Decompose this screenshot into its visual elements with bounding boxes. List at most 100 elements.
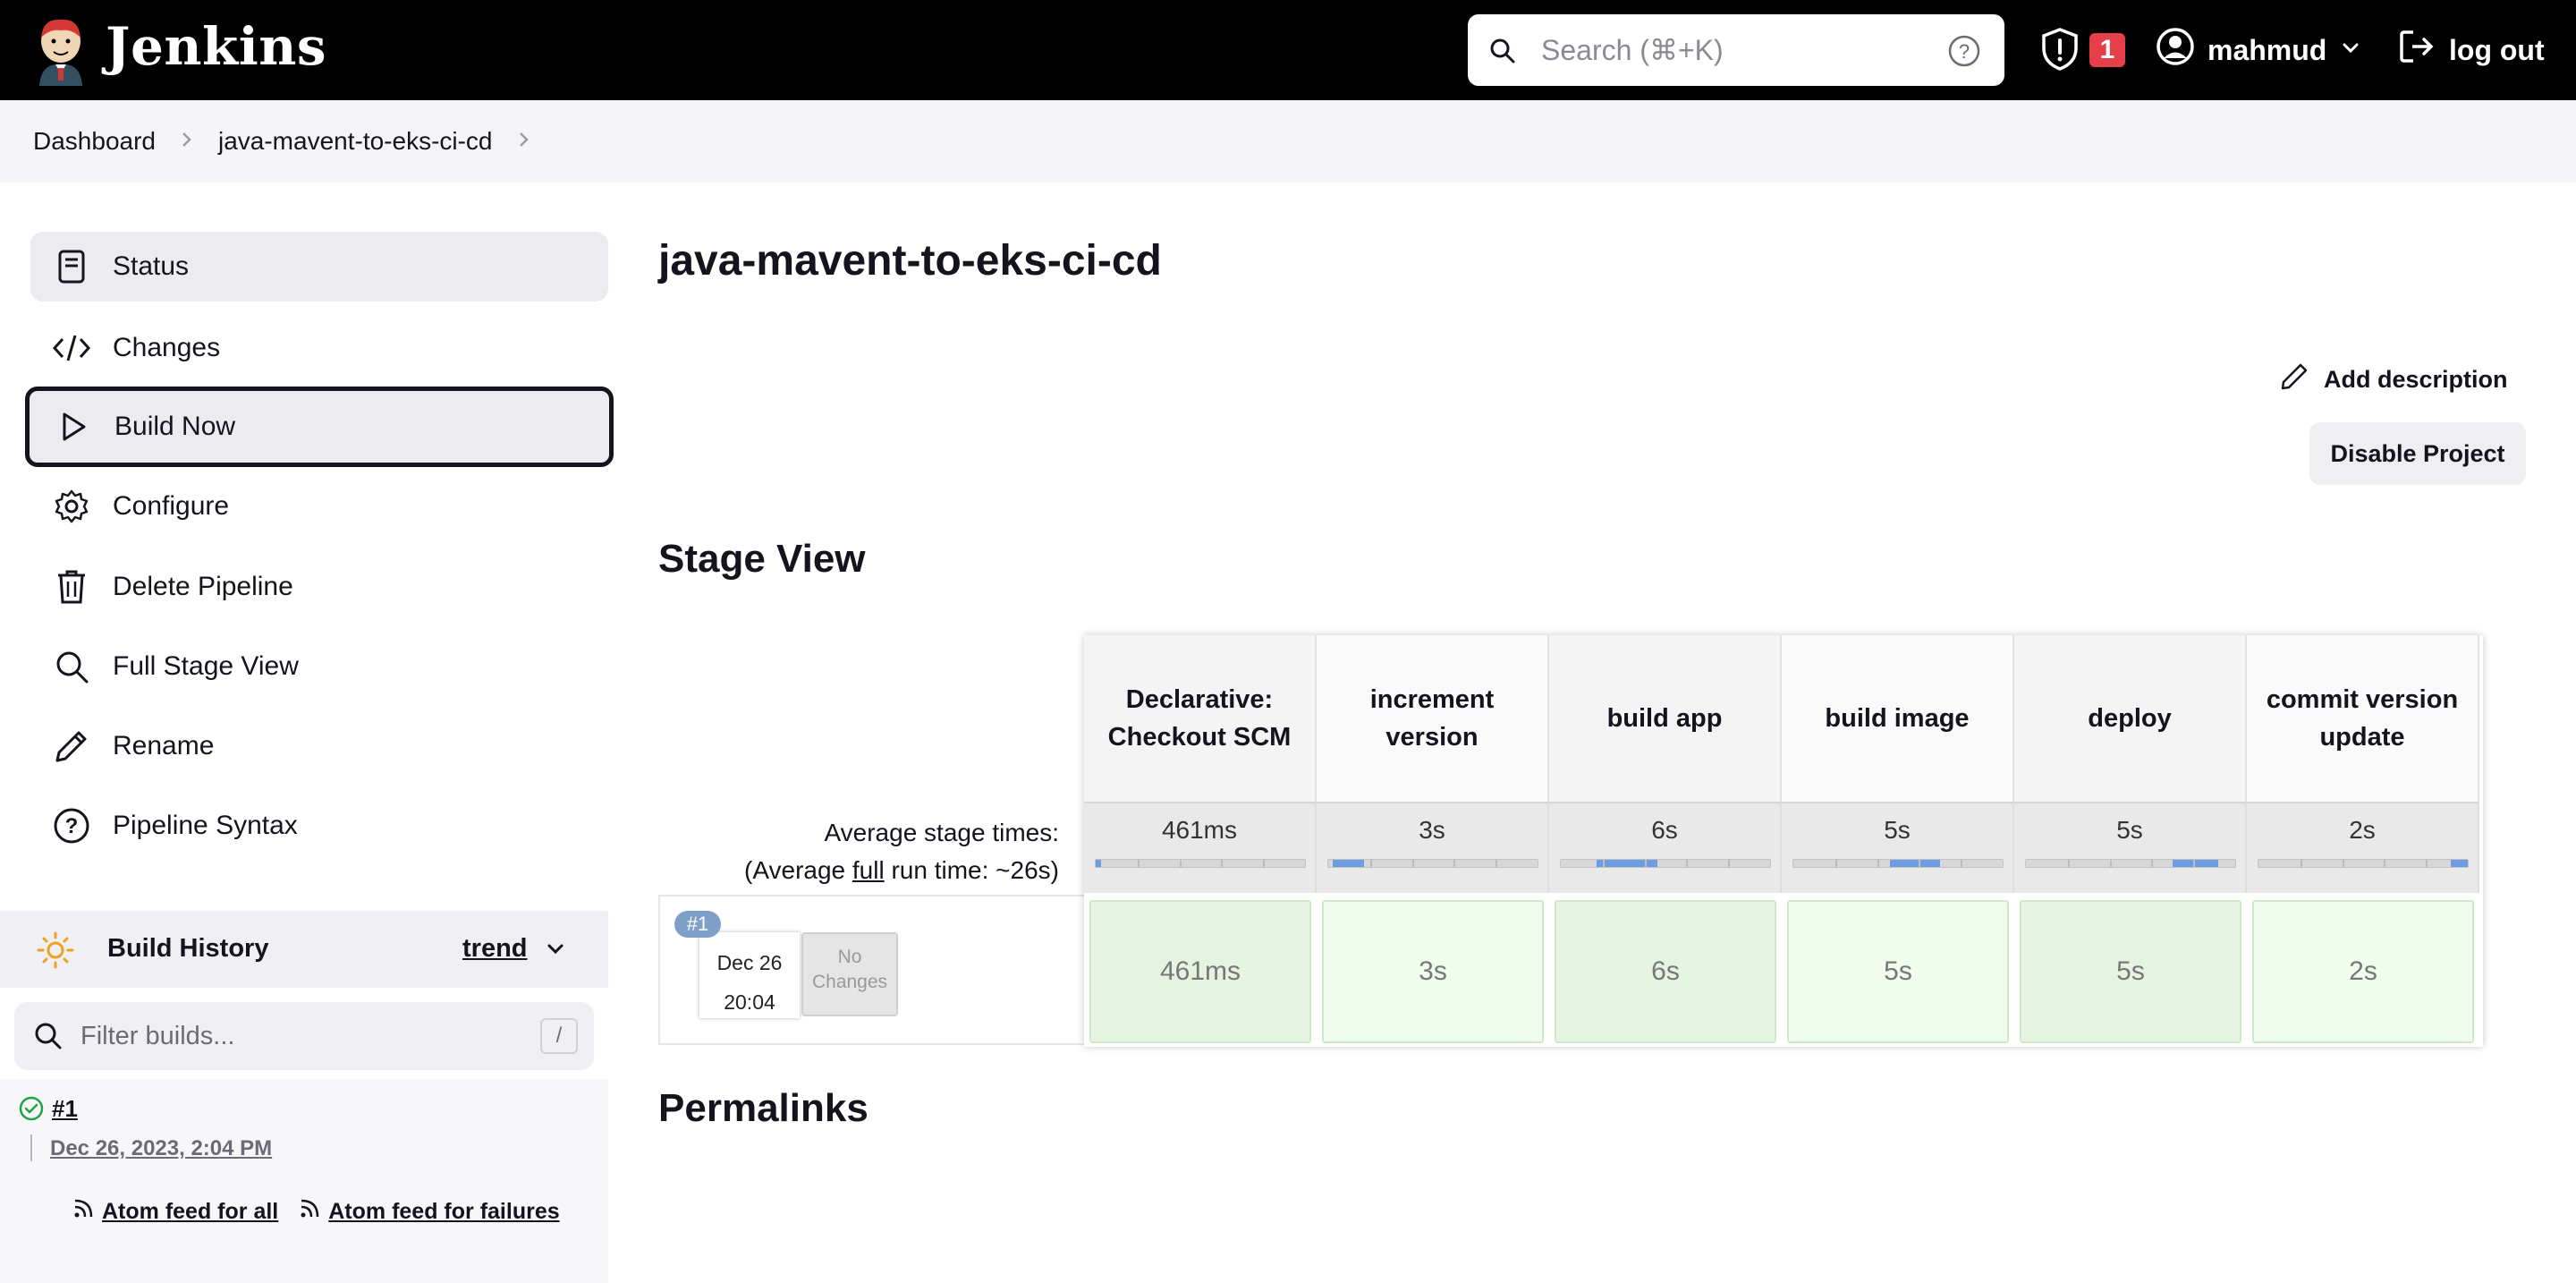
security-count-badge[interactable]: 1	[2089, 33, 2125, 67]
filter-builds-box[interactable]: /	[14, 1002, 594, 1070]
logout-link[interactable]: log out	[2397, 27, 2545, 73]
run-number-badge[interactable]: #1	[674, 911, 721, 938]
chevron-down-icon[interactable]	[544, 938, 567, 965]
stage-run-cell[interactable]: 6s	[1555, 900, 1776, 1043]
stage-progress-tick	[1961, 860, 1962, 867]
sidebar-item-label: Configure	[113, 491, 230, 521]
stage-column: build app 6s 6s	[1549, 635, 1782, 1047]
stage-average-time: 6s	[1549, 802, 1782, 893]
sidebar-item-build-now[interactable]: Build Now	[25, 387, 614, 467]
atom-feed-all-label[interactable]: Atom feed for all	[102, 1199, 278, 1225]
sidebar-item-pipeline-syntax[interactable]: ? Pipeline Syntax	[30, 791, 608, 861]
filter-builds-input[interactable]	[80, 1015, 501, 1058]
stage-header: deploy	[2014, 635, 2247, 802]
chevron-right-icon	[179, 127, 195, 156]
disable-project-button[interactable]: Disable Project	[2309, 422, 2526, 485]
stage-run-cell[interactable]: 2s	[2252, 900, 2474, 1043]
username[interactable]: mahmud	[2207, 34, 2326, 67]
stage-view-title: Stage View	[658, 537, 866, 581]
trend-link[interactable]: trend	[462, 934, 528, 964]
breadcrumb-job[interactable]: java-mavent-to-eks-ci-cd	[218, 127, 493, 156]
stage-column: commit version update 2s 2s	[2247, 635, 2479, 1047]
sidebar-item-changes[interactable]: Changes	[30, 313, 608, 383]
chevron-right-icon[interactable]	[516, 127, 532, 156]
sidebar-item-full-stage-view[interactable]: Full Stage View	[30, 632, 608, 701]
breadcrumb: Dashboard java-mavent-to-eks-ci-cd	[0, 100, 2576, 183]
atom-feed-all-link[interactable]: Atom feed for all	[72, 1197, 278, 1227]
sun-icon	[36, 930, 75, 974]
build-number-link[interactable]: #1	[52, 1095, 78, 1123]
sidebar-item-status[interactable]: Status	[30, 232, 608, 302]
stage-progress-fill	[1333, 860, 1364, 867]
stage-average-time: 461ms	[1084, 802, 1317, 893]
build-list: #1 Dec 26, 2023, 2:04 PM Atom feed for a…	[0, 1079, 608, 1283]
stage-progress-bar	[1327, 859, 1538, 868]
svg-text:?: ?	[65, 814, 79, 838]
sidebar-item-rename[interactable]: Rename	[30, 711, 608, 781]
stage-progress-tick	[2343, 860, 2344, 867]
average-times-labels: Average stage times: (Average full run t…	[658, 814, 1059, 889]
stage-progress-tick	[1263, 860, 1265, 867]
logout-label[interactable]: log out	[2449, 34, 2545, 67]
stage-average-time: 5s	[2014, 802, 2247, 893]
add-description-label[interactable]: Add description	[2324, 366, 2508, 394]
success-check-icon	[18, 1095, 45, 1126]
stage-progress-tick	[1138, 860, 1140, 867]
stage-column: build image 5s 5s	[1782, 635, 2014, 1047]
stage-progress-fill	[1096, 860, 1101, 867]
sidebar-item-label: Status	[113, 251, 190, 281]
help-icon[interactable]: ?	[1947, 34, 1981, 72]
stage-progress-bar	[2025, 859, 2236, 868]
stage-progress-tick	[1603, 860, 1605, 867]
stage-progress-tick	[1370, 860, 1372, 867]
search-box[interactable]: ?	[1468, 14, 2004, 86]
chevron-down-icon[interactable]	[2339, 34, 2362, 67]
stage-average-value: 5s	[1884, 816, 1911, 844]
full-run-link[interactable]: full	[852, 856, 885, 884]
permalinks-title: Permalinks	[658, 1086, 869, 1130]
stage-average-time: 5s	[1782, 802, 2014, 893]
stage-progress-tick	[1221, 860, 1223, 867]
stage-run-cell[interactable]: 3s	[1322, 900, 1544, 1043]
sidebar-item-label: Changes	[113, 333, 221, 362]
build-date-link[interactable]: Dec 26, 2023, 2:04 PM	[50, 1136, 272, 1161]
stage-progress-tick	[1919, 860, 1920, 867]
breadcrumb-dashboard[interactable]: Dashboard	[33, 127, 156, 156]
stage-progress-bar	[1560, 859, 1771, 868]
stage-average-value: 5s	[2116, 816, 2143, 844]
user-menu[interactable]: mahmud	[2156, 27, 2362, 73]
stage-run-cell[interactable]: 5s	[2020, 900, 2241, 1043]
stage-progress-tick	[2426, 860, 2428, 867]
stage-run-cell[interactable]: 461ms	[1089, 900, 1311, 1043]
stage-run-cell[interactable]: 5s	[1787, 900, 2009, 1043]
search-input[interactable]	[1541, 29, 1917, 72]
sidebar-item-label: Rename	[113, 731, 215, 760]
stage-average-time: 3s	[1317, 802, 1549, 893]
stage-progress-tick	[2301, 860, 2302, 867]
avg-run-prefix: (Average	[744, 856, 852, 884]
sidebar-item-label: Pipeline Syntax	[113, 811, 298, 840]
stage-progress-bar	[2258, 859, 2469, 868]
sidebar-item-configure[interactable]: Configure	[30, 472, 608, 541]
jenkins-logo[interactable]	[32, 14, 89, 86]
shield-alert-icon[interactable]	[2039, 27, 2080, 76]
average-stage-times-label: Average stage times:	[824, 819, 1059, 846]
svg-text:?: ?	[1959, 40, 1970, 63]
top-header: Jenkins ? 1 mahmud log out	[0, 0, 2576, 100]
atom-feed-failures-label[interactable]: Atom feed for failures	[328, 1199, 559, 1225]
stage-progress-fill	[1890, 860, 1940, 867]
atom-feeds: Atom feed for all Atom feed for failures	[72, 1197, 560, 1227]
page-title: java-mavent-to-eks-ci-cd	[658, 237, 1162, 285]
run-row: Dec 26 20:04 #1 No Changes	[658, 895, 1084, 1045]
trash-icon	[52, 567, 91, 607]
pencil-icon	[52, 726, 91, 766]
sidebar-item-delete-pipeline[interactable]: Delete Pipeline	[30, 552, 608, 622]
brand-name[interactable]: Jenkins	[106, 16, 326, 77]
atom-feed-failures-link[interactable]: Atom feed for failures	[298, 1197, 560, 1227]
status-icon	[52, 247, 91, 286]
sidebar-item-label: Full Stage View	[113, 651, 299, 681]
stage-progress-fill	[2173, 860, 2218, 867]
add-description-link[interactable]: Add description	[2279, 361, 2508, 398]
run-date-box[interactable]: Dec 26 20:04	[699, 932, 800, 1018]
search-icon	[52, 647, 91, 686]
